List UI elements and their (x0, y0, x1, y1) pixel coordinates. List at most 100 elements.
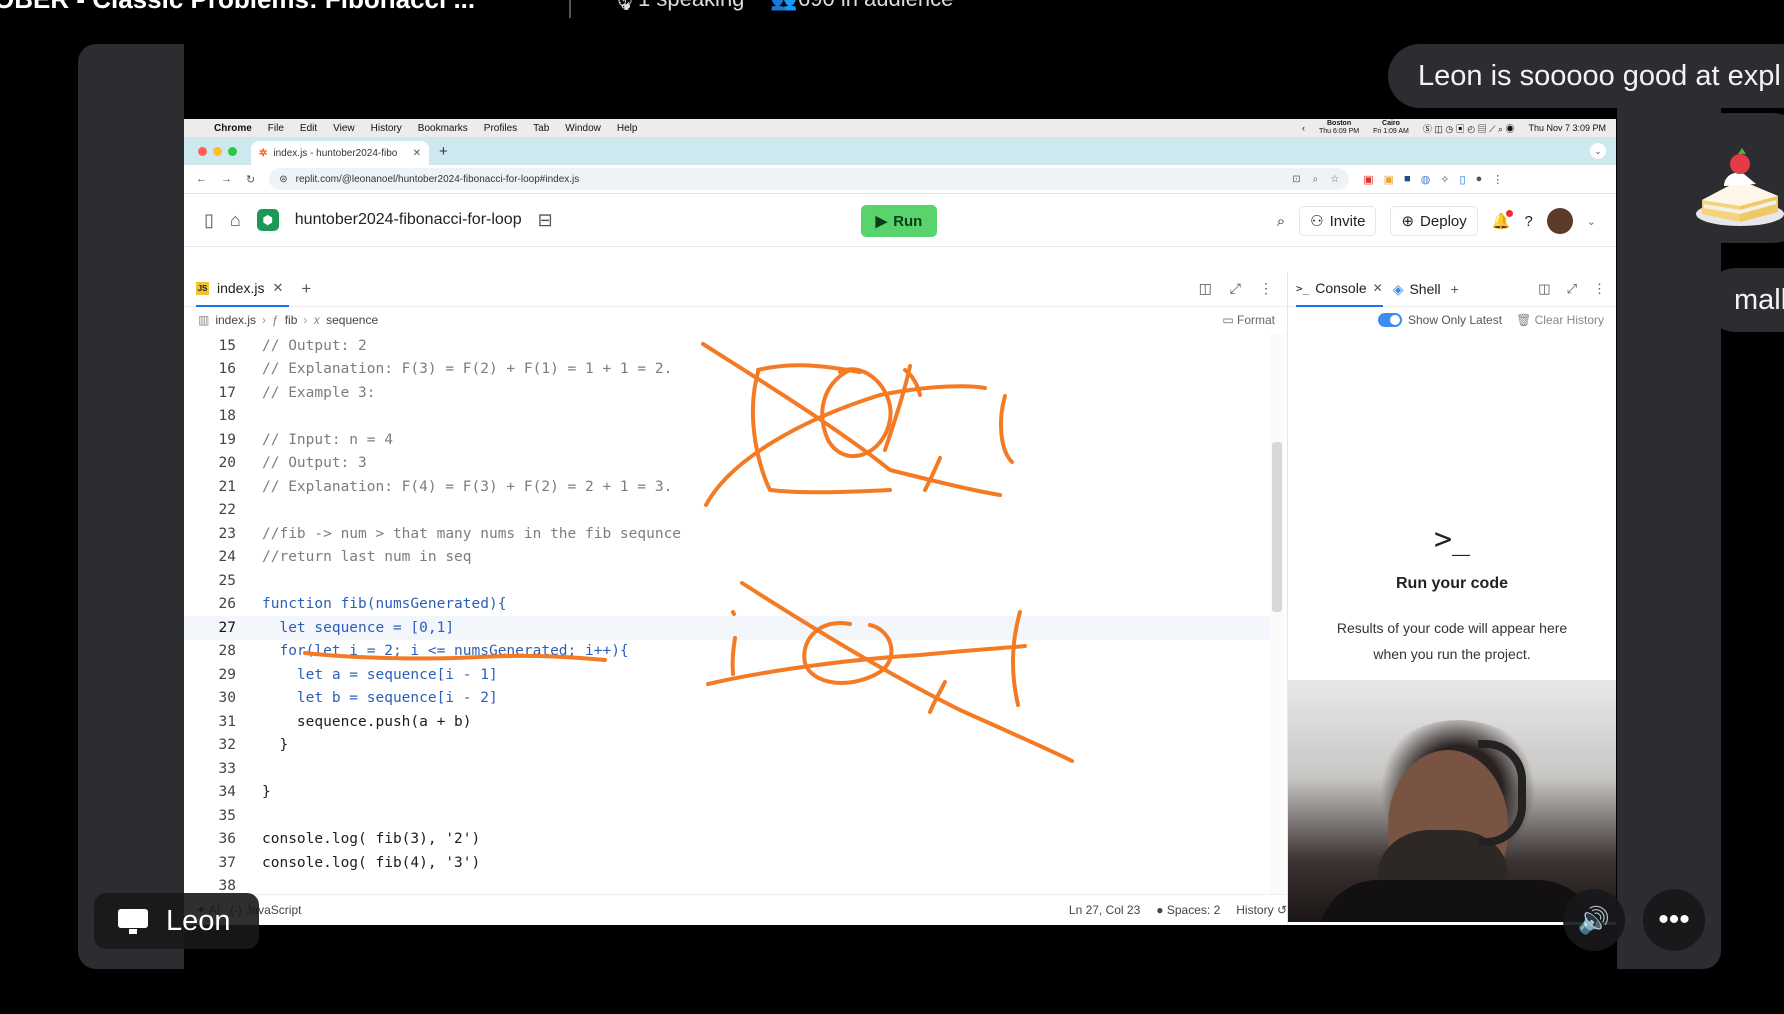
code-text[interactable]: // Example 3: (262, 385, 376, 401)
menu-profiles[interactable]: Profiles (484, 123, 517, 134)
chevron-down-icon[interactable]: ⌄ (1590, 143, 1606, 159)
code-text[interactable]: //fib -> num > that many nums in the fib… (262, 526, 681, 542)
notifications-bell-icon[interactable]: 🔔 (1492, 210, 1514, 230)
code-line[interactable]: 35 (184, 804, 1284, 828)
breadcrumb-function[interactable]: fib (285, 313, 298, 327)
extension-icon-4[interactable]: ◍ (1421, 173, 1431, 186)
code-line[interactable]: 28 for(let i = 2; i <= numsGenerated; i+… (184, 640, 1284, 664)
code-line[interactable]: 19 // Input: n = 4 (184, 428, 1284, 452)
code-line[interactable]: 16 // Explanation: F(3) = F(2) + F(1) = 1… (184, 358, 1284, 382)
clear-history-button[interactable]: 🗑 Clear History (1516, 313, 1604, 327)
menu-app-name[interactable]: Chrome (214, 123, 252, 134)
home-icon[interactable]: ⌂ (230, 210, 241, 231)
bookmark-star-icon[interactable]: ☆ (1330, 174, 1339, 185)
code-text[interactable]: let b = sequence[i - 2] (262, 690, 498, 706)
code-text[interactable]: function fib(numsGenerated){ (262, 596, 506, 612)
menu-datetime[interactable]: Thu Nov 7 3:09 PM (1528, 123, 1606, 133)
install-icon[interactable]: ⊡ (1292, 174, 1300, 185)
code-line[interactable]: 22 (184, 499, 1284, 523)
maximize-icon[interactable]: ⤢ (1567, 281, 1577, 297)
format-button[interactable]: ▭ Format (1222, 313, 1275, 327)
tab-index-js[interactable]: JS index.js ✕ (196, 271, 290, 307)
code-line[interactable]: 26 function fib(numsGenerated){ (184, 593, 1284, 617)
status-icons[interactable]: Ⓢ ◫ ◷ ▣ ◴ ▤ ⟋ ⌕ ◉ (1423, 122, 1515, 135)
repl-details-icon[interactable]: ⊟ (538, 210, 553, 231)
code-line[interactable]: 29 let a = sequence[i - 1] (184, 663, 1284, 687)
forward-icon[interactable]: → (221, 173, 232, 185)
browser-menu-icon[interactable]: ⋮ (1492, 173, 1503, 186)
code-line[interactable]: 25 (184, 569, 1284, 593)
menu-window[interactable]: Window (565, 123, 601, 134)
help-icon[interactable]: ? (1524, 213, 1532, 230)
extension-icon-1[interactable]: ▣ (1363, 173, 1373, 186)
code-line[interactable]: 32 } (184, 734, 1284, 758)
code-line[interactable]: 27 let sequence = [0,1] (184, 616, 1284, 640)
menu-tab[interactable]: Tab (533, 123, 549, 134)
menu-history[interactable]: History (371, 123, 402, 134)
code-line[interactable]: 20 // Output: 3 (184, 452, 1284, 476)
close-window-icon[interactable] (198, 146, 207, 156)
code-text[interactable]: //return last num in seq (262, 549, 472, 565)
minimize-window-icon[interactable] (213, 146, 222, 156)
code-line[interactable]: 17 // Example 3: (184, 381, 1284, 405)
extensions-puzzle-icon[interactable]: ✧ (1440, 173, 1449, 186)
breadcrumb-variable[interactable]: sequence (326, 313, 378, 327)
more-options-icon[interactable]: ⋮ (1259, 280, 1273, 297)
menu-help[interactable]: Help (617, 123, 638, 134)
code-line[interactable]: 36 console.log( fib(3), '2') (184, 828, 1284, 852)
show-only-latest-toggle[interactable]: Show Only Latest (1378, 313, 1502, 328)
sidebar-toggle-icon[interactable]: ▯ (1460, 173, 1466, 186)
code-text[interactable]: console.log( fib(3), '2') (262, 831, 480, 847)
tab-console[interactable]: >_ Console ✕ (1296, 271, 1383, 307)
volume-button[interactable]: 🔊 (1563, 889, 1625, 951)
code-line[interactable]: 33 (184, 757, 1284, 781)
close-tab-icon[interactable]: ✕ (1373, 281, 1383, 295)
split-pane-icon[interactable]: ◫ (1199, 280, 1212, 297)
code-line[interactable]: 23 //fib -> num > that many nums in the f… (184, 522, 1284, 546)
code-line[interactable]: 15 // Output: 2 (184, 334, 1284, 358)
toggle-switch[interactable] (1378, 313, 1402, 328)
browser-tab[interactable]: ✲ index.js - huntober2024-fibo ✕ (251, 141, 429, 165)
code-line[interactable]: 30 let b = sequence[i - 2] (184, 687, 1284, 711)
split-pane-icon[interactable]: ◫ (1538, 281, 1550, 297)
tab-shell[interactable]: ◈ Shell (1393, 272, 1441, 306)
close-tab-icon[interactable]: ✕ (413, 148, 421, 159)
profile-avatar-icon[interactable]: ● (1476, 173, 1483, 185)
new-tab-icon[interactable]: + (301, 279, 311, 299)
code-text[interactable]: console.log( fib(4), '3') (262, 855, 480, 871)
maximize-window-icon[interactable] (228, 146, 237, 156)
maximize-icon[interactable]: ⤢ (1230, 280, 1241, 297)
address-bar[interactable]: ⊜ replit.com/@leonanoel/huntober2024-fib… (269, 168, 1350, 190)
breadcrumb-file[interactable]: index.js (215, 313, 256, 327)
code-text[interactable]: // Explanation: F(3) = F(2) + F(1) = 1 +… (262, 361, 672, 377)
code-line[interactable]: 31 sequence.push(a + b) (184, 710, 1284, 734)
menu-bookmarks[interactable]: Bookmarks (418, 123, 468, 134)
code-text[interactable]: sequence.push(a + b) (262, 714, 472, 730)
code-line[interactable]: 18 (184, 405, 1284, 429)
code-text[interactable]: // Explanation: F(4) = F(3) + F(2) = 2 +… (262, 479, 672, 495)
run-button[interactable]: ▶ Run (861, 205, 937, 237)
editor-scroll-thumb[interactable] (1272, 442, 1282, 612)
code-line[interactable]: 21 // Explanation: F(4) = F(3) + F(2) = 2… (184, 475, 1284, 499)
code-area[interactable]: 15 // Output: 2 16 // Explanation: F(3) = F… (184, 334, 1284, 894)
menu-view[interactable]: View (333, 123, 355, 134)
more-options-icon[interactable]: ⋮ (1593, 281, 1606, 297)
back-icon[interactable]: ← (196, 173, 207, 185)
new-tab-icon[interactable]: + (439, 143, 448, 160)
deploy-button[interactable]: ⊕ Deploy (1390, 206, 1478, 236)
chevron-left-icon[interactable]: ‹ (1302, 123, 1305, 133)
site-info-icon[interactable]: ⊜ (279, 174, 287, 185)
editor-scrollbar[interactable] (1270, 334, 1284, 894)
code-line[interactable]: 24 //return last num in seq (184, 546, 1284, 570)
code-text[interactable]: // Input: n = 4 (262, 432, 393, 448)
more-options-button[interactable]: ••• (1643, 889, 1705, 951)
code-line[interactable]: 37 console.log( fib(4), '3') (184, 851, 1284, 875)
menu-edit[interactable]: Edit (300, 123, 317, 134)
zoom-icon[interactable]: ⌕ (1313, 174, 1319, 185)
invite-button[interactable]: ⚇ Invite (1299, 206, 1377, 236)
code-text[interactable]: // Output: 2 (262, 338, 367, 354)
cursor-position[interactable]: Ln 27, Col 23 (1069, 903, 1140, 917)
user-avatar[interactable] (1546, 208, 1573, 234)
code-text[interactable]: let a = sequence[i - 1] (262, 667, 498, 683)
repl-name[interactable]: huntober2024-fibonacci-for-loop (295, 211, 522, 229)
